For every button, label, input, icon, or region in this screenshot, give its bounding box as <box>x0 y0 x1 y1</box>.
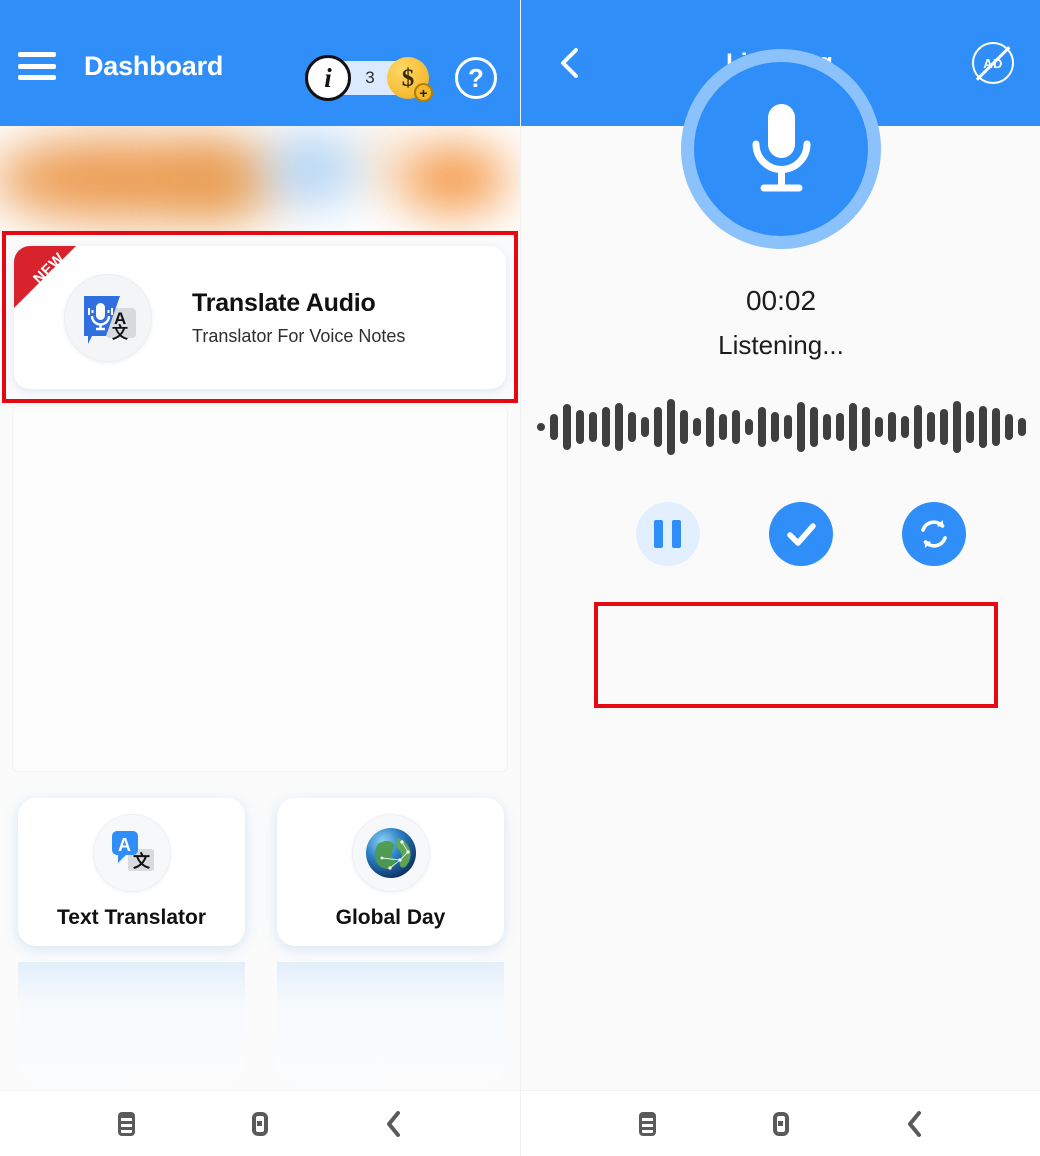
waveform-bar <box>549 414 558 440</box>
microphone-icon[interactable] <box>694 62 868 236</box>
slash-line <box>975 45 1011 81</box>
waveform-bar <box>601 407 610 447</box>
page-title: Dashboard <box>84 50 224 81</box>
ad-blob <box>170 142 280 218</box>
empty-content-card <box>12 406 508 772</box>
hamburger-menu-icon[interactable] <box>18 52 56 80</box>
waveform-bar <box>757 407 766 447</box>
waveform-bar <box>744 419 753 435</box>
recents-icon[interactable] <box>104 1101 150 1147</box>
tiles-row: 文 A Text Translator Global Day <box>18 798 504 946</box>
android-navbar-right <box>521 1090 1040 1156</box>
waveform-bar <box>900 416 909 438</box>
mic-record-button[interactable] <box>681 49 881 249</box>
waveform-bar <box>692 418 701 436</box>
ghost-tile <box>277 962 504 1082</box>
waveform-bar <box>991 408 1000 446</box>
back-chevron-icon[interactable] <box>553 46 587 80</box>
back-icon[interactable] <box>891 1101 937 1147</box>
ad-blob <box>398 148 508 210</box>
ad-blob <box>268 134 358 204</box>
tile-global-day[interactable]: Global Day <box>277 798 504 946</box>
waveform-bar <box>913 405 922 449</box>
home-icon[interactable] <box>758 1101 804 1147</box>
translate-audio-texts: Translate Audio Translator For Voice Not… <box>192 289 405 347</box>
audio-translate-icon: A 文 <box>64 273 152 362</box>
blurred-ad-banner[interactable] <box>0 126 520 232</box>
back-icon[interactable] <box>370 1101 416 1147</box>
recorder-controls <box>601 490 1001 578</box>
waveform-bar <box>939 409 948 445</box>
right-phone-panel: Listening AD 00:02 Listening... <box>520 0 1040 1156</box>
waveform-bar <box>952 401 961 453</box>
refresh-icon <box>921 520 948 548</box>
card-title: Translate Audio <box>192 288 376 317</box>
recording-timer: 00:02 <box>745 285 817 316</box>
recents-icon[interactable] <box>625 1101 671 1147</box>
ghost-tiles-row <box>18 962 504 1082</box>
waveform-bar <box>653 407 662 447</box>
tile-label: Text Translator <box>57 906 206 929</box>
coin-icon[interactable]: $ + <box>387 57 433 102</box>
check-icon <box>787 523 816 546</box>
info-icon[interactable]: i <box>305 55 351 101</box>
svg-text:文: 文 <box>112 323 129 342</box>
waveform-bar <box>562 404 571 450</box>
waveform-bar <box>666 399 675 455</box>
pause-icon <box>654 520 682 548</box>
ghost-tile <box>18 962 245 1082</box>
coin-dollar-symbol: $ <box>401 64 415 92</box>
confirm-button[interactable] <box>768 502 833 566</box>
waveform-bar <box>809 407 818 447</box>
waveform-bar <box>588 412 597 442</box>
recording-status: Listening... <box>718 330 844 360</box>
dashboard-appbar: Dashboard i 3 $ + ? <box>0 0 520 126</box>
waveform-bar <box>887 412 896 442</box>
waveform-bar <box>835 413 844 441</box>
waveform-bar <box>731 410 740 444</box>
waveform-bar <box>1017 418 1026 436</box>
tile-label: Global Day <box>335 906 446 929</box>
no-ads-icon[interactable]: AD <box>972 42 1014 84</box>
waveform-bar <box>848 403 857 451</box>
waveform-bar <box>822 414 831 440</box>
translate-audio-card[interactable]: NEW A 文 Translate Audio Translator For V… <box>14 246 506 389</box>
home-icon[interactable] <box>237 1101 283 1147</box>
globe-icon <box>351 814 430 892</box>
waveform-bar <box>783 415 792 439</box>
waveform-bar <box>978 406 987 448</box>
card-subtitle: Translator For Voice Notes <box>192 325 406 346</box>
waveform-bar <box>575 410 584 444</box>
waveform-bar <box>770 412 779 442</box>
waveform-bar <box>627 412 636 442</box>
coin-add-badge: + <box>414 83 433 102</box>
waveform-bar <box>926 412 935 442</box>
tile-text-translator[interactable]: 文 A Text Translator <box>18 798 245 946</box>
audio-waveform <box>536 392 1026 462</box>
waveform-bar <box>718 414 727 440</box>
android-navbar-left <box>0 1090 520 1156</box>
waveform-bar <box>536 423 545 431</box>
waveform-bar <box>965 411 974 443</box>
text-translate-icon: 文 A <box>92 814 171 892</box>
waveform-bar <box>861 407 870 447</box>
svg-text:A: A <box>118 835 131 855</box>
pause-button[interactable] <box>635 502 700 566</box>
coin-widget: i 3 $ + ? <box>305 52 497 104</box>
waveform-bar <box>874 417 883 437</box>
waveform-bar <box>796 402 805 452</box>
left-phone-panel: Dashboard i 3 $ + ? NEW A 文 Translate Au… <box>0 0 520 1156</box>
waveform-bar <box>679 410 688 444</box>
screenshot-root: Dashboard i 3 $ + ? NEW A 文 Translate Au… <box>0 0 1040 1156</box>
waveform-bar <box>705 407 714 447</box>
help-icon[interactable]: ? <box>455 57 497 99</box>
waveform-bar <box>1004 414 1013 440</box>
waveform-bar <box>614 403 623 451</box>
waveform-bar <box>640 417 649 437</box>
restart-button[interactable] <box>902 502 967 566</box>
